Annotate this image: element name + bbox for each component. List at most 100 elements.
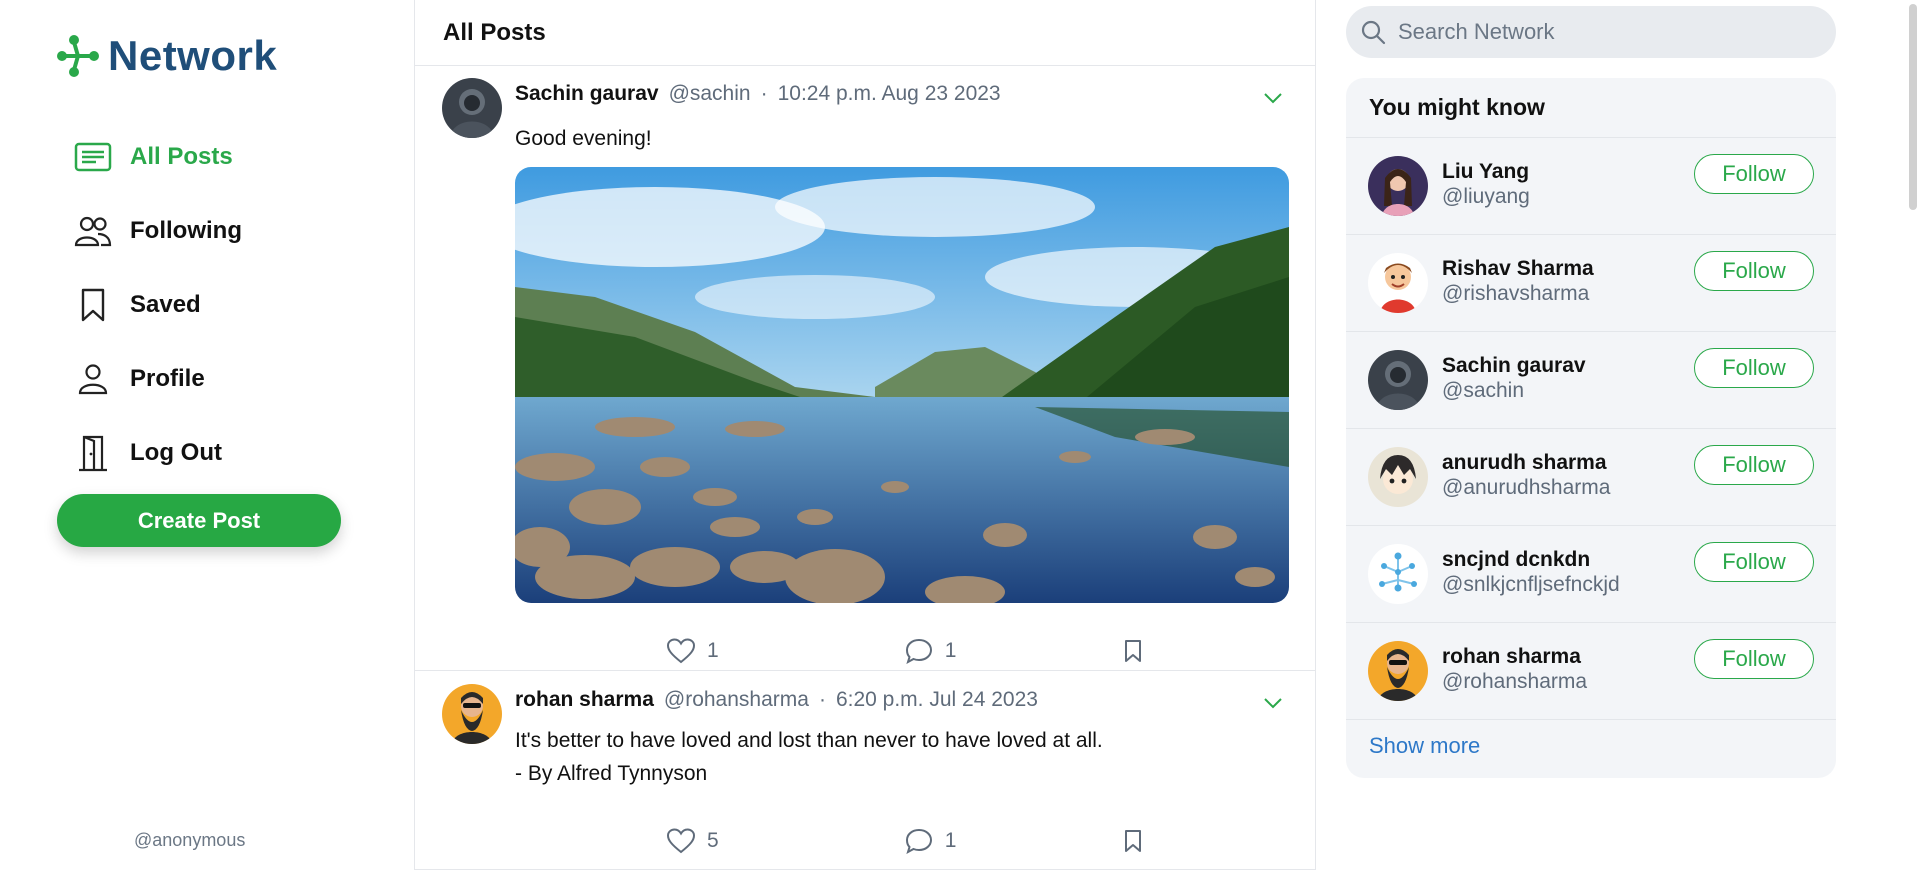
suggestion-handle: @sachin [1442, 379, 1525, 402]
bookmark-icon [74, 286, 112, 324]
post-actions: 1 1 [667, 638, 1143, 664]
network-logo-icon [57, 35, 99, 77]
comment-button[interactable]: 1 [905, 638, 957, 664]
nav-label: All Posts [130, 143, 233, 170]
avatar[interactable] [1368, 253, 1428, 313]
avatar[interactable] [442, 78, 502, 138]
save-post-button[interactable] [1123, 829, 1143, 853]
nav-profile[interactable]: Profile [74, 342, 242, 416]
follow-button[interactable]: Follow [1694, 154, 1814, 194]
post-author-handle[interactable]: @rohansharma [664, 688, 809, 712]
nav-label: Profile [130, 365, 205, 392]
suggestion-handle: @liuyang [1442, 185, 1530, 208]
suggestion-name[interactable]: Liu Yang [1442, 160, 1529, 184]
post-author-name[interactable]: rohan sharma [515, 688, 654, 712]
suggestion-name[interactable]: Sachin gaurav [1442, 354, 1586, 378]
bookmark-icon [1125, 830, 1142, 852]
door-icon [74, 434, 112, 472]
main-nav: All Posts Following Saved Profile Log Ou… [74, 120, 242, 490]
chevron-down-icon[interactable] [1261, 691, 1285, 715]
posts-feed: All Posts Sachin gaurav @sachin · 10:24 … [414, 0, 1316, 870]
avatar[interactable] [1368, 641, 1428, 701]
post-actions: 5 1 [667, 828, 1143, 854]
suggestions-title: You might know [1346, 78, 1836, 138]
left-sidebar: Network All Posts Following Saved Profil… [0, 0, 414, 870]
suggestions-panel: You might know Liu Yang @liuyang Follow … [1346, 78, 1836, 778]
follow-button[interactable]: Follow [1694, 251, 1814, 291]
suggestion-name[interactable]: anurudh sharma [1442, 451, 1607, 475]
scrollbar-thumb[interactable] [1909, 4, 1917, 210]
save-post-button[interactable] [1123, 639, 1143, 663]
post-card: Sachin gaurav @sachin · 10:24 p.m. Aug 2… [415, 66, 1315, 671]
show-more-link[interactable]: Show more [1369, 733, 1480, 759]
page-title: All Posts [443, 18, 546, 46]
avatar[interactable] [442, 684, 502, 744]
brand-logo[interactable]: Network [56, 32, 277, 80]
follow-button[interactable]: Follow [1694, 445, 1814, 485]
follow-button[interactable]: Follow [1694, 639, 1814, 679]
feed-header: All Posts [415, 0, 1315, 66]
post-header: rohan sharma @rohansharma · 6:20 p.m. Ju… [515, 688, 1038, 712]
post-timestamp: 6:20 p.m. Jul 24 2023 [835, 688, 1038, 711]
suggestion-name[interactable]: sncjnd dcnkdn [1442, 548, 1590, 572]
avatar[interactable] [1368, 447, 1428, 507]
avatar[interactable] [1368, 544, 1428, 604]
separator-dot: · [818, 688, 826, 711]
page-scrollbar[interactable] [1906, 0, 1920, 870]
like-count: 1 [707, 639, 719, 662]
suggestion-row: sncjnd dcnkdn @snlkjcnfljsefnckjd Follow [1346, 526, 1836, 623]
post-text-line: - By Alfred Tynnyson [515, 762, 708, 785]
avatar[interactable] [1368, 350, 1428, 410]
suggestion-row: rohan sharma @rohansharma Follow [1346, 623, 1836, 720]
follow-button[interactable]: Follow [1694, 542, 1814, 582]
suggestion-row: anurudh sharma @anurudhsharma Follow [1346, 429, 1836, 526]
nav-logout[interactable]: Log Out [74, 416, 242, 490]
person-icon [74, 360, 112, 398]
search-input[interactable] [1398, 19, 1818, 45]
suggestion-handle: @anurudhsharma [1442, 476, 1611, 499]
nav-label: Following [130, 217, 242, 244]
post-author-name[interactable]: Sachin gaurav [515, 82, 659, 106]
search-bar[interactable] [1346, 6, 1836, 58]
suggestion-handle: @rohansharma [1442, 670, 1588, 693]
search-icon [1361, 20, 1386, 45]
create-post-button[interactable]: Create Post [57, 494, 341, 547]
heart-icon [667, 828, 695, 854]
people-icon [74, 212, 112, 250]
post-text: It's better to have loved and lost than … [515, 724, 1103, 790]
post-author-handle[interactable]: @sachin [669, 82, 751, 106]
comment-icon [905, 638, 932, 664]
post-image[interactable] [515, 167, 1289, 603]
list-icon [74, 138, 112, 176]
comment-count: 1 [944, 639, 957, 662]
bookmark-icon [1125, 640, 1142, 662]
post-text-line: It's better to have loved and lost than … [515, 729, 1103, 752]
like-count: 5 [707, 829, 719, 852]
nav-label: Saved [130, 291, 201, 318]
suggestion-name[interactable]: Rishav Sharma [1442, 257, 1594, 281]
follow-button[interactable]: Follow [1694, 348, 1814, 388]
post-header: Sachin gaurav @sachin · 10:24 p.m. Aug 2… [515, 82, 1001, 106]
comment-count: 1 [944, 829, 957, 852]
right-panel: You might know Liu Yang @liuyang Follow … [1316, 0, 1920, 870]
like-button[interactable]: 1 [667, 638, 719, 664]
post-card: rohan sharma @rohansharma · 6:20 p.m. Ju… [415, 671, 1315, 870]
chevron-down-icon[interactable] [1261, 86, 1285, 110]
avatar[interactable] [1368, 156, 1428, 216]
comment-button[interactable]: 1 [905, 828, 957, 854]
like-button[interactable]: 5 [667, 828, 719, 854]
suggestion-row: Rishav Sharma @rishavsharma Follow [1346, 235, 1836, 332]
suggestion-name[interactable]: rohan sharma [1442, 645, 1581, 669]
heart-icon [667, 638, 695, 664]
nav-all-posts[interactable]: All Posts [74, 120, 242, 194]
nav-label: Log Out [130, 439, 222, 466]
suggestion-row: Liu Yang @liuyang Follow [1346, 138, 1836, 235]
brand-name: Network [108, 32, 278, 79]
suggestion-handle: @snlkjcnfljsefnckjd [1442, 573, 1620, 596]
separator-dot: · [760, 82, 768, 105]
nav-saved[interactable]: Saved [74, 268, 242, 342]
nav-following[interactable]: Following [74, 194, 242, 268]
comment-icon [905, 828, 932, 854]
suggestion-row: Sachin gaurav @sachin Follow [1346, 332, 1836, 429]
post-text: Good evening! [515, 127, 652, 150]
